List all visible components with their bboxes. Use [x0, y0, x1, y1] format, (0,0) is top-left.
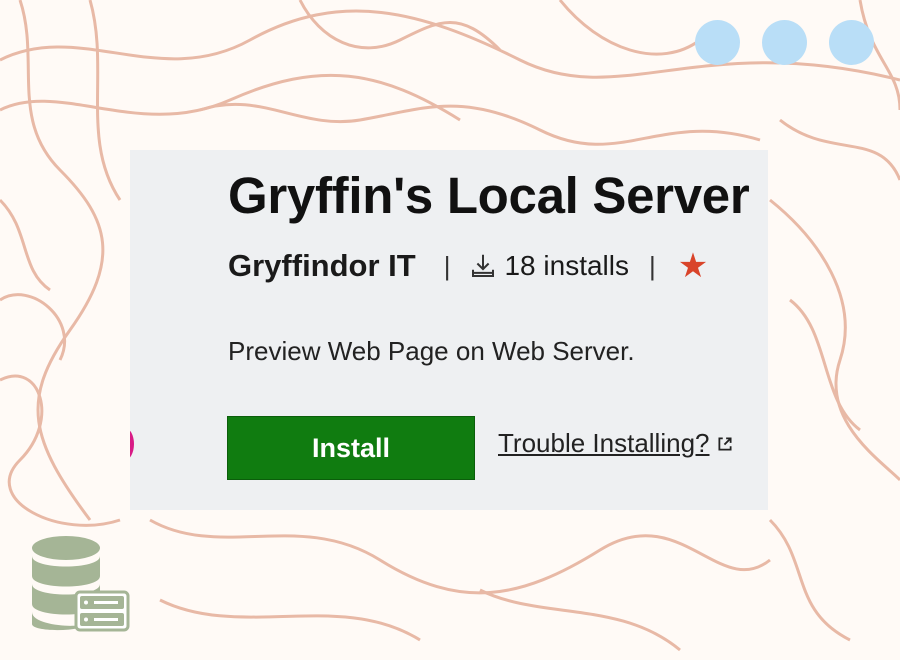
extension-title: Gryffin's Local Server	[228, 167, 750, 224]
dot	[695, 20, 740, 65]
install-button[interactable]: Install	[227, 416, 475, 480]
dot	[829, 20, 874, 65]
extension-icon-edge	[130, 428, 134, 460]
extension-card: Gryffin's Local Server Gryffindor IT | 1…	[130, 150, 768, 510]
install-count: 18 installs	[504, 250, 629, 281]
extension-description: Preview Web Page on Web Server.	[228, 336, 635, 366]
extension-meta: Gryffindor IT | 18 installs | ★	[228, 246, 708, 286]
download-icon	[472, 254, 495, 277]
external-link-icon	[717, 436, 732, 451]
window-dots	[695, 20, 874, 65]
dot	[762, 20, 807, 65]
separator: |	[649, 250, 656, 281]
publisher-link[interactable]: Gryffindor IT	[228, 248, 416, 284]
star-icon: ★	[677, 247, 709, 285]
trouble-installing-label: Trouble Installing?	[498, 428, 710, 458]
trouble-installing-link[interactable]: Trouble Installing?	[498, 428, 734, 459]
database-server-icon	[32, 536, 130, 632]
separator: |	[443, 250, 451, 281]
